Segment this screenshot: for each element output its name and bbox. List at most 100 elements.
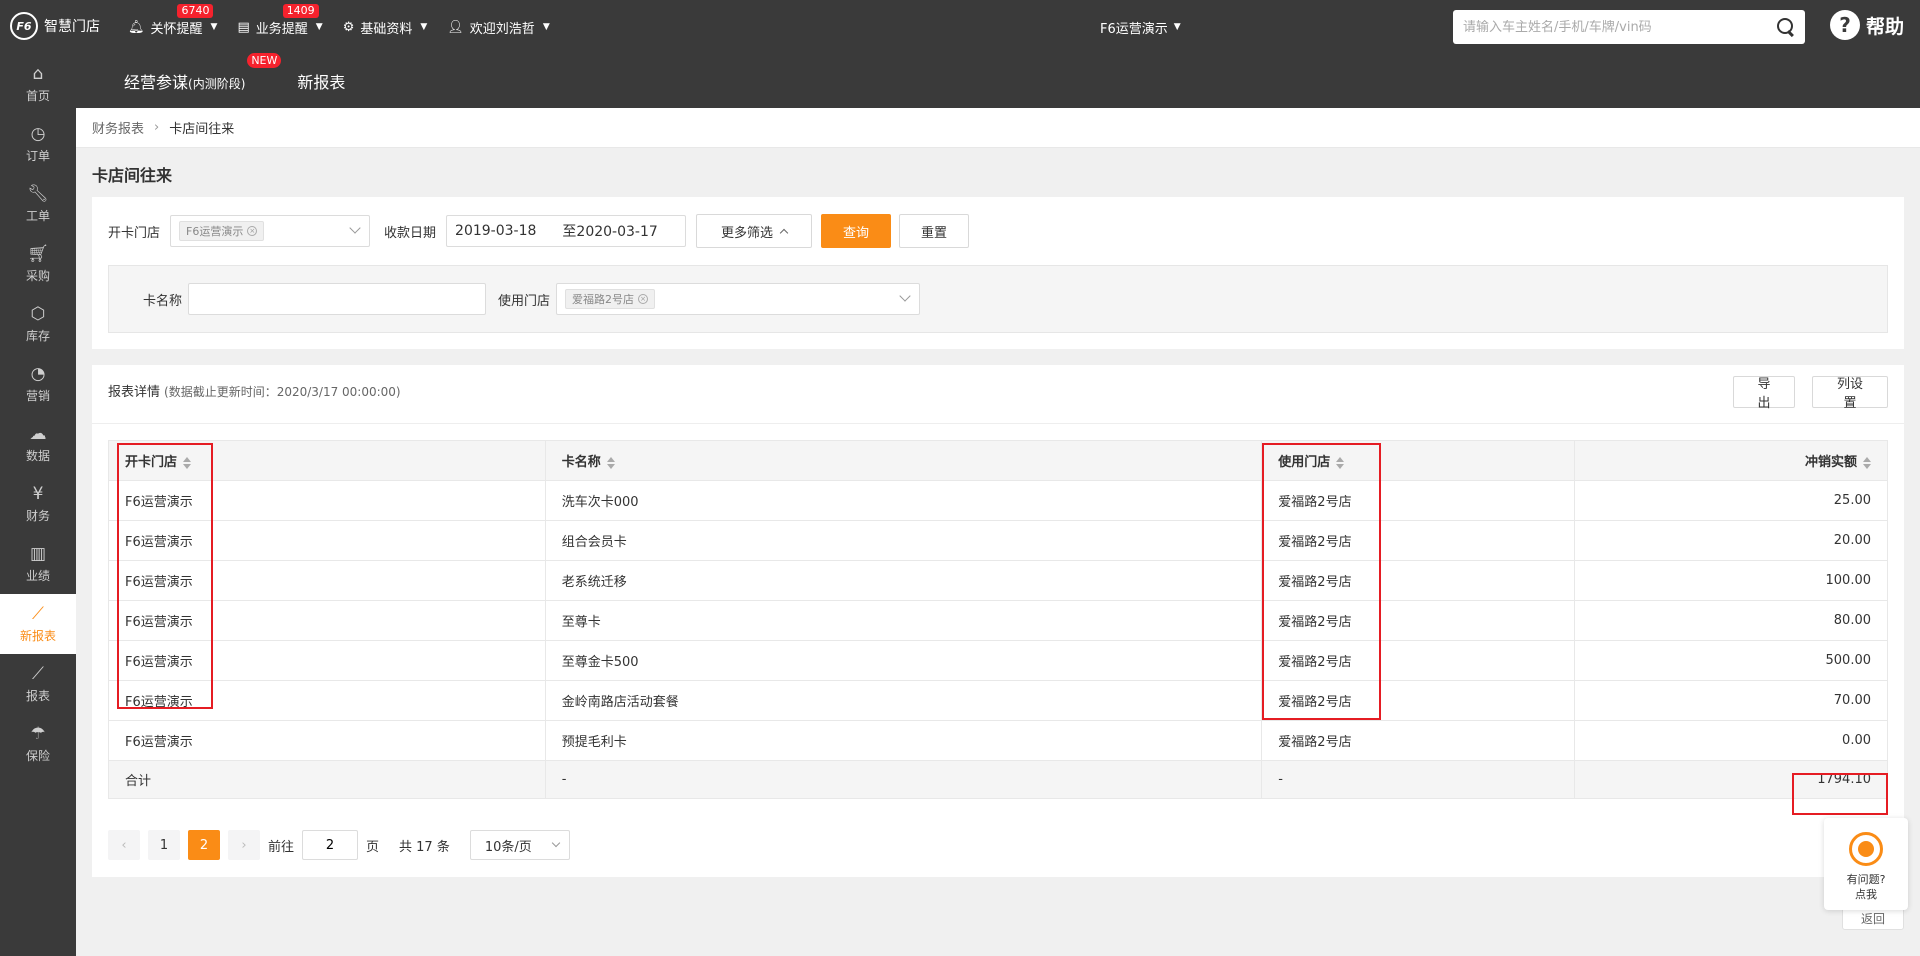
page-number-current[interactable]: 2 xyxy=(188,830,220,860)
floating-help-widget[interactable]: 有问题? 点我 xyxy=(1824,818,1908,910)
card-name-label: 卡名称 xyxy=(143,293,183,309)
sort-icon[interactable] xyxy=(1863,456,1871,469)
card-name-input[interactable] xyxy=(188,283,487,315)
sidebar-item-insurance[interactable]: ☂ 保险 xyxy=(0,714,76,774)
pagination: ‹ 1 2 › 前往 页 共 17 条 10条/页 xyxy=(108,830,570,860)
sidebar-item-performance[interactable]: ▥ 业绩 xyxy=(0,534,76,594)
sidebar-item-workorders[interactable]: 🔧︎ 工单 xyxy=(0,174,76,234)
cell-card-name: 金岭南路店活动套餐 xyxy=(544,680,1263,721)
cell-amount: 25.00 xyxy=(1574,480,1888,521)
sidebar-item-orders[interactable]: ◷ 订单 xyxy=(0,114,76,174)
cell-amount: 100.00 xyxy=(1574,560,1888,601)
app-logo[interactable]: F6 智慧门店 xyxy=(10,12,100,40)
sidebar-item-inventory[interactable]: ⬡ 库存 xyxy=(0,294,76,354)
total-label: 合计 xyxy=(108,760,546,799)
cell-open-store: F6运营演示 xyxy=(108,640,546,681)
cell-card-name: 老系统迁移 xyxy=(544,560,1263,601)
page-size-select[interactable]: 10条/页 xyxy=(469,830,570,860)
box-icon: ⬡ xyxy=(30,303,46,324)
top-nav: 🔔︎ 关怀提醒 ▼ 6740 ▤ 业务提醒 ▼ 1409 ⚙ 基础资料 ▼ 👤︎ 欢迎… xyxy=(128,0,550,54)
tab-new-report[interactable]: 新报表 xyxy=(297,69,345,93)
top-bar: F6 智慧门店 🔔︎ 关怀提醒 ▼ 6740 ▤ 业务提醒 ▼ 1409 ⚙ 基础资… xyxy=(0,0,1920,54)
prev-page-button[interactable]: ‹ xyxy=(108,830,140,860)
yen-icon: ¥ xyxy=(32,483,44,504)
next-page-button[interactable]: › xyxy=(228,830,260,860)
sidebar-item-new-report[interactable]: ⟋ 新报表 xyxy=(0,594,76,654)
table-row: F6运营演示 老系统迁移 爱福路2号店 100.00 xyxy=(108,560,1888,601)
caret-down-icon: ▼ xyxy=(1173,22,1181,32)
total-use-store: - xyxy=(1261,760,1576,799)
date-label: 收款日期 xyxy=(384,225,437,241)
filter-row-main: 开卡门店 F6运营演示 × 收款日期 2019-03-18 至2020-03-17… xyxy=(108,214,970,248)
search-input[interactable] xyxy=(1463,19,1777,35)
page-number[interactable]: 1 xyxy=(148,830,180,860)
open-store-select[interactable]: F6运营演示 × xyxy=(170,215,371,247)
sidebar-item-home[interactable]: ⌂ 首页 xyxy=(0,54,76,114)
store-switcher[interactable]: F6运营演示 ▼ xyxy=(1100,0,1181,54)
notification-badge: 1409 xyxy=(282,3,319,18)
column-label: 卡名称 xyxy=(561,455,601,470)
sort-icon[interactable] xyxy=(1336,456,1345,469)
cell-amount: 80.00 xyxy=(1574,600,1888,641)
breadcrumb-current: 卡店间往来 xyxy=(169,122,235,137)
gear-icon: ⚙ xyxy=(342,19,355,35)
logo-text: 智慧门店 xyxy=(44,19,100,35)
close-icon[interactable]: × xyxy=(247,226,258,236)
table-total-row: 合计 - - 1794.10 xyxy=(108,760,1888,799)
column-label: 使用门店 xyxy=(1278,455,1331,470)
topnav-care-reminder[interactable]: 🔔︎ 关怀提醒 ▼ 6740 xyxy=(128,3,217,37)
sidebar-item-report[interactable]: ⟋ 报表 xyxy=(0,654,76,714)
cell-open-store: F6运营演示 xyxy=(108,480,546,521)
goto-page-input[interactable] xyxy=(302,830,359,860)
column-header-use-store[interactable]: 使用门店 xyxy=(1261,440,1576,481)
table-row: F6运营演示 预提毛利卡 爱福路2号店 0.00 xyxy=(108,720,1888,761)
cell-use-store: 爱福路2号店 xyxy=(1261,640,1576,681)
use-store-select[interactable]: 爱福路2号店 × xyxy=(556,283,921,315)
cell-open-store: F6运营演示 xyxy=(108,560,546,601)
cell-use-store: 爱福路2号店 xyxy=(1261,680,1576,721)
breadcrumb-parent[interactable]: 财务报表 xyxy=(92,118,144,137)
chevron-down-icon xyxy=(551,838,561,848)
column-settings-button[interactable]: 列设置 xyxy=(1812,376,1888,411)
cell-card-name: 预提毛利卡 xyxy=(544,720,1263,761)
sort-icon[interactable] xyxy=(183,456,192,469)
sidebar-item-finance[interactable]: ¥ 财务 xyxy=(0,474,76,534)
cell-open-store: F6运营演示 xyxy=(108,720,546,761)
query-button[interactable]: 查询 xyxy=(821,214,892,248)
column-label: 冲销实额 xyxy=(1804,455,1857,470)
sort-icon[interactable] xyxy=(606,456,615,469)
total-card-name: - xyxy=(544,760,1263,799)
more-filter-button[interactable]: 更多筛选 xyxy=(696,214,813,248)
line-chart-icon: ⟋ xyxy=(32,603,44,624)
goto-suffix: 页 xyxy=(366,839,380,855)
total-amount: 1794.10 xyxy=(1574,760,1888,799)
table-row: F6运营演示 至尊金卡500 爱福路2号店 500.00 xyxy=(108,640,1888,681)
sidebar-item-data[interactable]: ☁ 数据 xyxy=(0,414,76,474)
column-header-open-store[interactable]: 开卡门店 xyxy=(108,440,546,481)
sidebar-item-purchase[interactable]: 🛒︎ 采购 xyxy=(0,234,76,294)
tab-business-advisor[interactable]: 经营参谋(内测阶段) NEW xyxy=(124,53,282,93)
sidebar-item-label: 营销 xyxy=(25,388,50,403)
breadcrumb: 财务报表 › 卡店间往来 xyxy=(76,108,1920,148)
date-range-picker[interactable]: 2019-03-18 至2020-03-17 xyxy=(446,215,687,247)
topnav-basic-data[interactable]: ⚙ 基础资料 ▼ xyxy=(343,18,428,37)
topnav-user-menu[interactable]: 👤︎ 欢迎刘浩哲 ▼ xyxy=(447,18,549,37)
reset-button[interactable]: 重置 xyxy=(899,214,970,248)
topnav-business-reminder[interactable]: ▤ 业务提醒 ▼ 1409 xyxy=(237,3,323,37)
column-label: 开卡门店 xyxy=(125,455,178,470)
selected-tag: 爱福路2号店 × xyxy=(565,289,656,309)
close-icon[interactable]: × xyxy=(638,294,649,304)
sidebar-item-marketing[interactable]: ◔ 营销 xyxy=(0,354,76,414)
column-header-card-name[interactable]: 卡名称 xyxy=(544,440,1263,481)
column-header-writeoff-amount[interactable]: 冲销实额 xyxy=(1574,440,1888,481)
sub-header: 经营参谋(内测阶段) NEW 新报表 xyxy=(76,53,1920,108)
page-title: 卡店间往来 xyxy=(92,166,173,185)
notification-badge: 6740 xyxy=(177,3,214,18)
float-help-line2: 点我 xyxy=(1855,888,1877,901)
export-button[interactable]: 导出 xyxy=(1733,376,1795,411)
store-name: F6运营演示 xyxy=(1100,21,1168,37)
search-icon[interactable] xyxy=(1777,18,1795,36)
cell-use-store: 爱福路2号店 xyxy=(1261,480,1576,521)
help-button[interactable]: ? 帮助 xyxy=(1830,10,1904,40)
table-row: F6运营演示 组合会员卡 爱福路2号店 20.00 xyxy=(108,520,1888,561)
